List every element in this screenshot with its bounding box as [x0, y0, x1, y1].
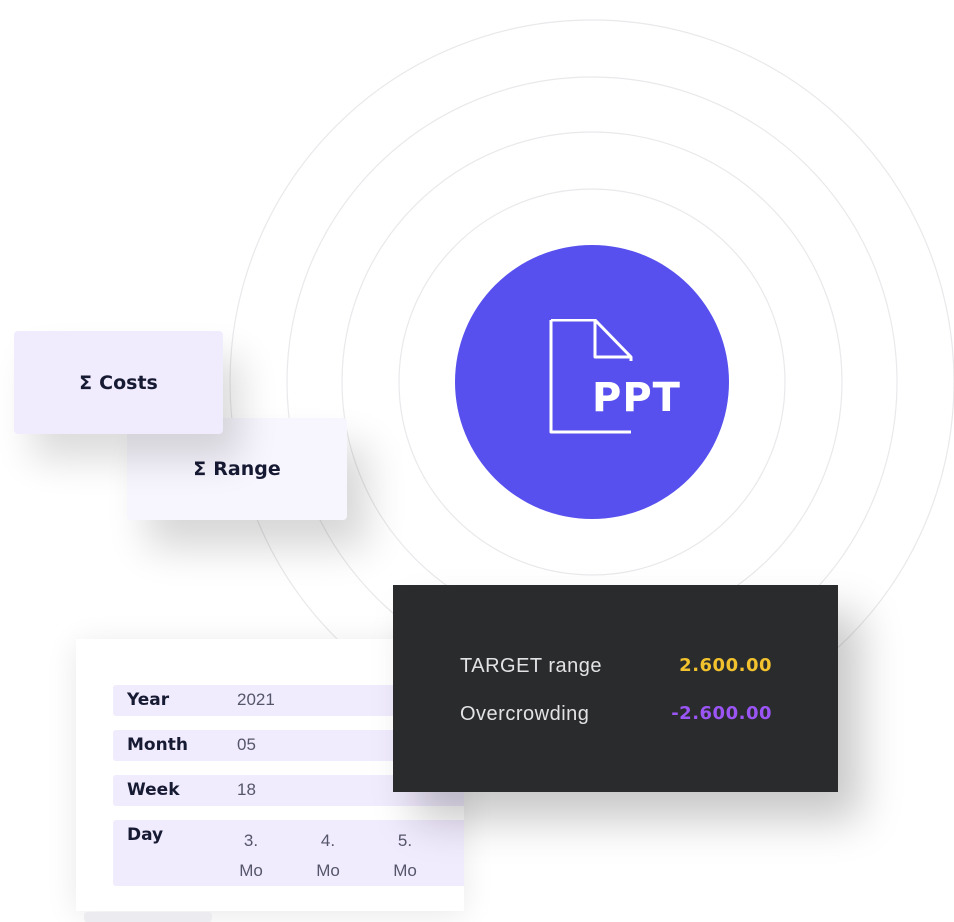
year-label: Year	[127, 690, 170, 710]
costs-card[interactable]: Σ Costs	[14, 331, 223, 434]
table-footer-stub	[84, 912, 212, 922]
day-weekday: Mo	[239, 861, 263, 880]
sigma-symbol: Σ	[79, 371, 93, 394]
overcrowding-value: -2.600.00	[671, 703, 772, 724]
overcrowding-row: Overcrowding -2.600.00	[460, 699, 772, 729]
month-value: 05	[237, 735, 256, 754]
week-value: 18	[237, 780, 256, 799]
day-weekday: Mo	[316, 861, 340, 880]
target-range-value: 2.600.00	[679, 655, 772, 676]
day-cell[interactable]: 5. Mo	[385, 826, 425, 886]
overcrowding-label: Overcrowding	[460, 703, 590, 725]
month-label: Month	[127, 735, 188, 755]
stats-panel: TARGET range 2.600.00 Overcrowding -2.60…	[393, 585, 838, 792]
day-number: 4.	[320, 831, 336, 850]
ppt-badge: PPT	[455, 245, 729, 519]
week-label: Week	[127, 780, 180, 800]
target-range-row: TARGET range 2.600.00	[460, 651, 772, 681]
day-cell[interactable]: 4. Mo	[308, 826, 348, 886]
day-cell[interactable]: 3. Mo	[231, 826, 271, 886]
target-range-label: TARGET range	[460, 655, 602, 677]
year-value: 2021	[237, 690, 275, 709]
sigma-symbol: Σ	[193, 458, 207, 480]
day-label: Day	[127, 825, 164, 845]
ppt-label: PPT	[592, 375, 681, 421]
day-row: Day 3. Mo 4. Mo 5. Mo	[113, 820, 464, 886]
range-label: Range	[213, 458, 281, 480]
day-weekday: Mo	[393, 861, 417, 880]
costs-label: Costs	[99, 371, 158, 394]
day-number: 3.	[243, 831, 259, 850]
day-number: 5.	[397, 831, 413, 850]
